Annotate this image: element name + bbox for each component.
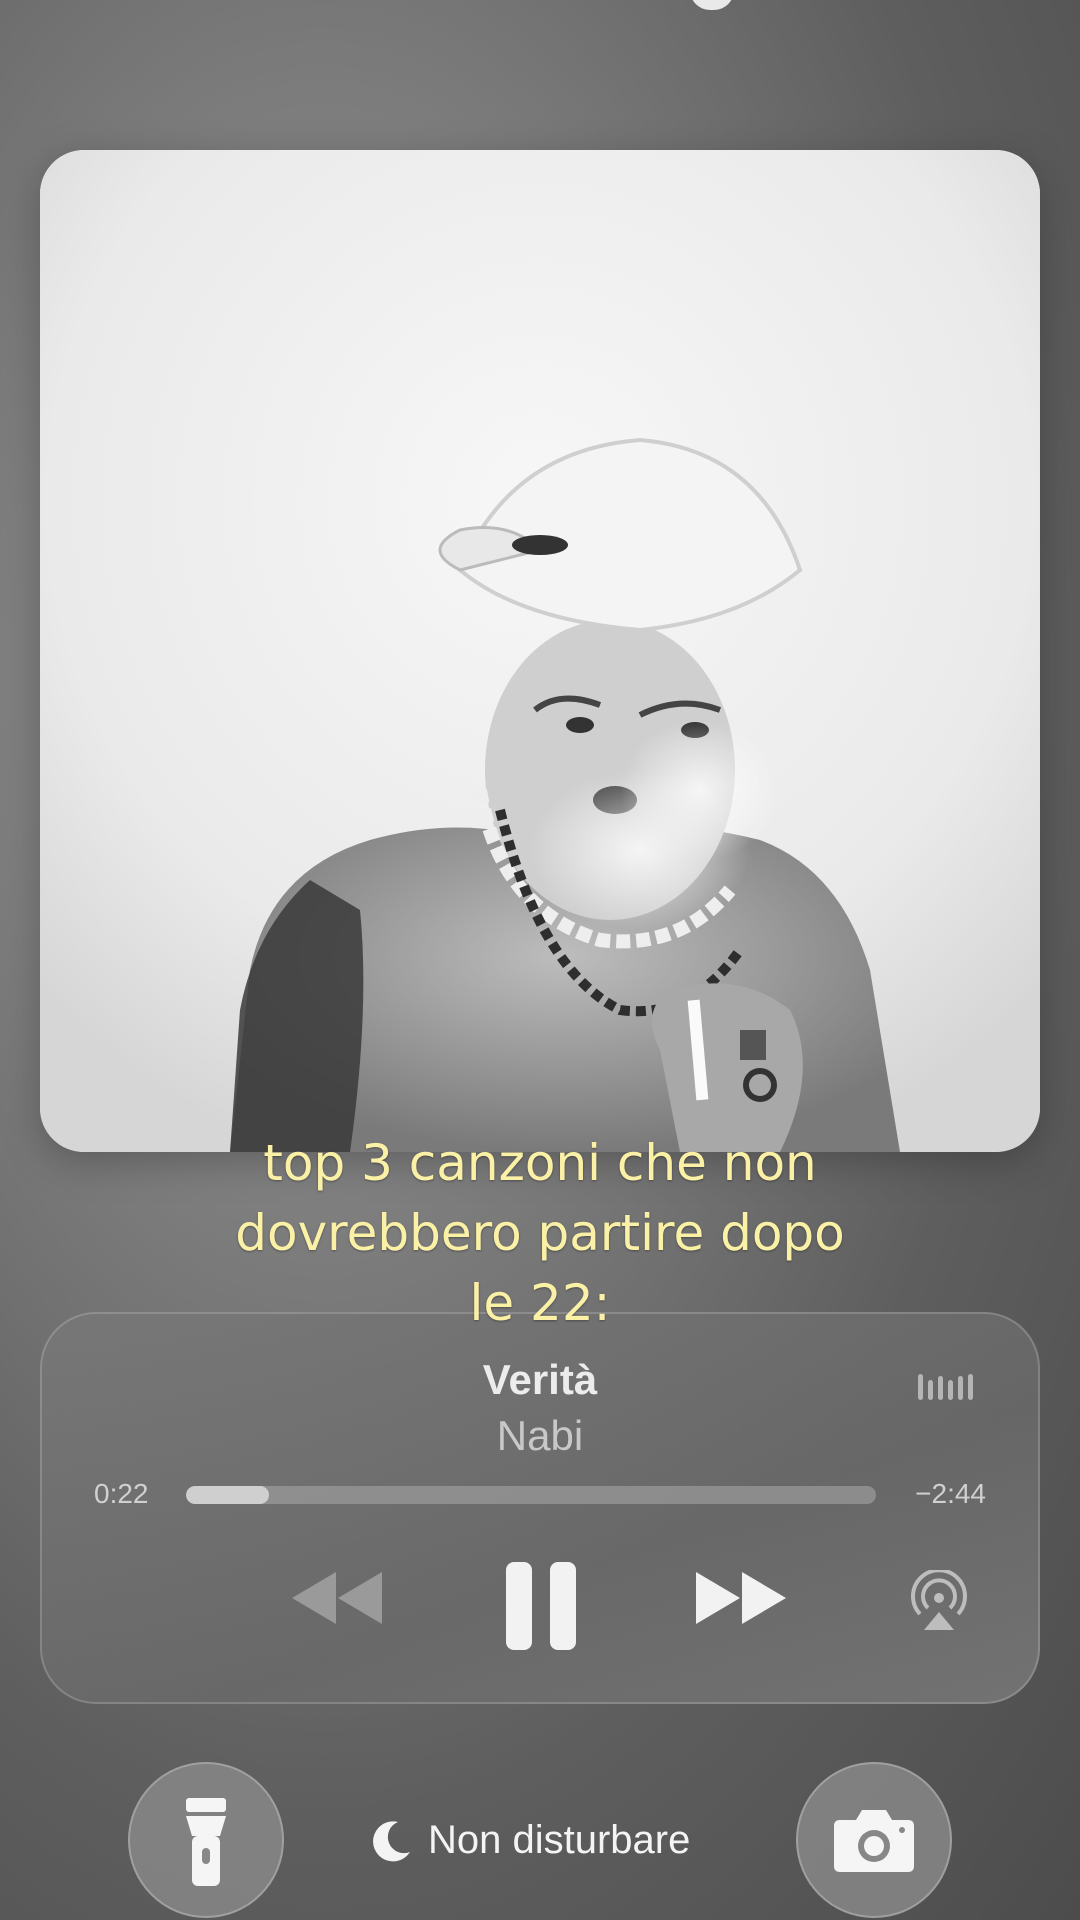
fast-forward-icon: [696, 1572, 786, 1624]
track-title: Verità: [482, 1356, 598, 1403]
rewind-button[interactable]: [286, 1568, 386, 1628]
album-artwork: [40, 150, 1040, 1152]
focus-do-not-disturb[interactable]: Non disturbare: [370, 1810, 690, 1870]
overlay-caption: top 3 canzoni che non dovrebbero partire…: [235, 1134, 845, 1332]
moon-icon: [373, 1821, 410, 1862]
pause-icon: [506, 1562, 576, 1650]
fast-forward-button[interactable]: [692, 1568, 792, 1628]
playback-scrubber[interactable]: [186, 1486, 876, 1504]
pause-button[interactable]: [504, 1560, 578, 1652]
airplay-audio-icon: [911, 1570, 967, 1630]
track-artist: Nabi: [496, 1412, 584, 1459]
airplay-button[interactable]: [908, 1570, 970, 1632]
elapsed-time: 0:22: [94, 1478, 149, 1509]
album-cover-photo: [40, 150, 1040, 1152]
remaining-time: −2:44: [915, 1478, 986, 1509]
flashlight-icon: [186, 1798, 226, 1886]
flashlight-button[interactable]: [128, 1762, 284, 1918]
audio-waveform-icon[interactable]: [916, 1368, 976, 1402]
camera-button[interactable]: [796, 1762, 952, 1918]
focus-label: Non disturbare: [428, 1817, 691, 1862]
top-text-fragment: [690, 0, 734, 10]
rewind-icon: [292, 1572, 382, 1624]
now-playing-widget[interactable]: Verità Nabi 0:22 −2:44: [40, 1312, 1040, 1704]
playback-progress-fill: [186, 1486, 269, 1504]
camera-icon: [834, 1810, 914, 1872]
